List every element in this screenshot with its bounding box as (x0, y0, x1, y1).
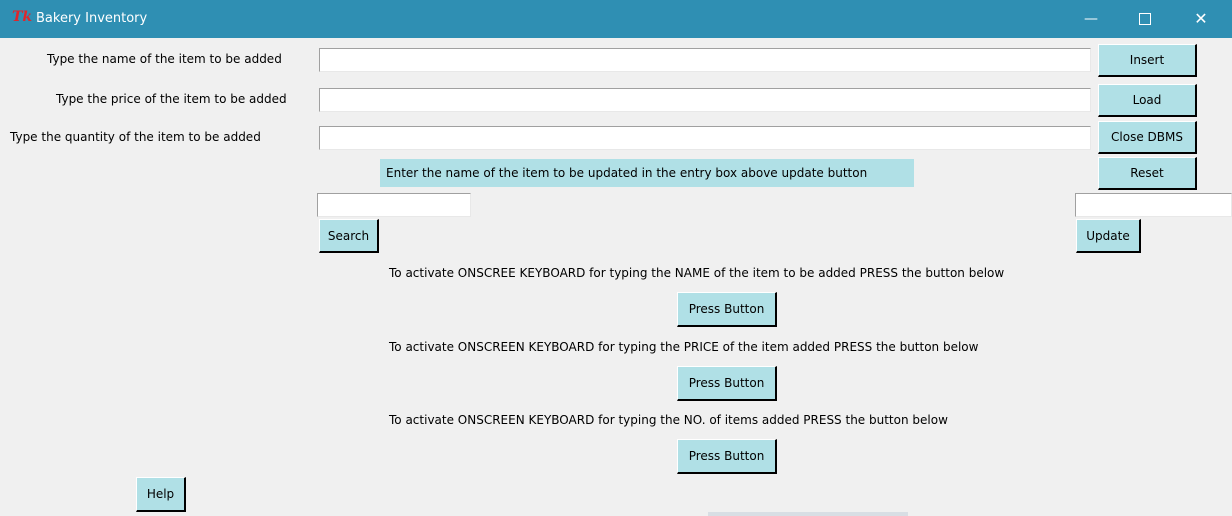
close-window-button[interactable]: ✕ (1178, 0, 1224, 38)
window-title: Bakery Inventory (36, 11, 148, 26)
update-button[interactable]: Update (1076, 219, 1141, 253)
maximize-icon (1139, 13, 1151, 25)
keyboard-price-instruction: To activate ONSCREEN KEYBOARD for typing… (389, 340, 979, 354)
tk-feather-icon: Tk (12, 9, 33, 25)
keyboard-qty-button[interactable]: Press Button (677, 439, 777, 474)
item-price-label: Type the price of the item to be added (56, 92, 287, 106)
title-bar[interactable]: Tk Bakery Inventory — ✕ (0, 0, 1232, 38)
update-hint-label: Enter the name of the item to be updated… (380, 159, 914, 187)
item-name-label: Type the name of the item to be added (47, 52, 282, 66)
maximize-button[interactable] (1122, 0, 1168, 38)
keyboard-qty-instruction: To activate ONSCREEN KEYBOARD for typing… (389, 413, 948, 427)
minimize-button[interactable]: — (1068, 0, 1114, 38)
keyboard-price-button[interactable]: Press Button (677, 366, 777, 401)
background-window-edge (708, 512, 908, 516)
item-quantity-input[interactable] (319, 126, 1091, 150)
close-dbms-button[interactable]: Close DBMS (1098, 121, 1197, 154)
update-input[interactable] (1075, 193, 1232, 217)
load-button[interactable]: Load (1098, 84, 1197, 117)
help-button[interactable]: Help (136, 477, 186, 512)
reset-button[interactable]: Reset (1098, 157, 1197, 190)
search-input[interactable] (317, 193, 471, 217)
item-name-input[interactable] (319, 48, 1091, 72)
keyboard-name-instruction: To activate ONSCREE KEYBOARD for typing … (389, 266, 1005, 280)
item-quantity-label: Type the quantity of the item to be adde… (10, 130, 261, 144)
search-button[interactable]: Search (319, 219, 379, 253)
item-price-input[interactable] (319, 88, 1091, 112)
insert-button[interactable]: Insert (1098, 44, 1197, 77)
keyboard-name-button[interactable]: Press Button (677, 292, 777, 327)
